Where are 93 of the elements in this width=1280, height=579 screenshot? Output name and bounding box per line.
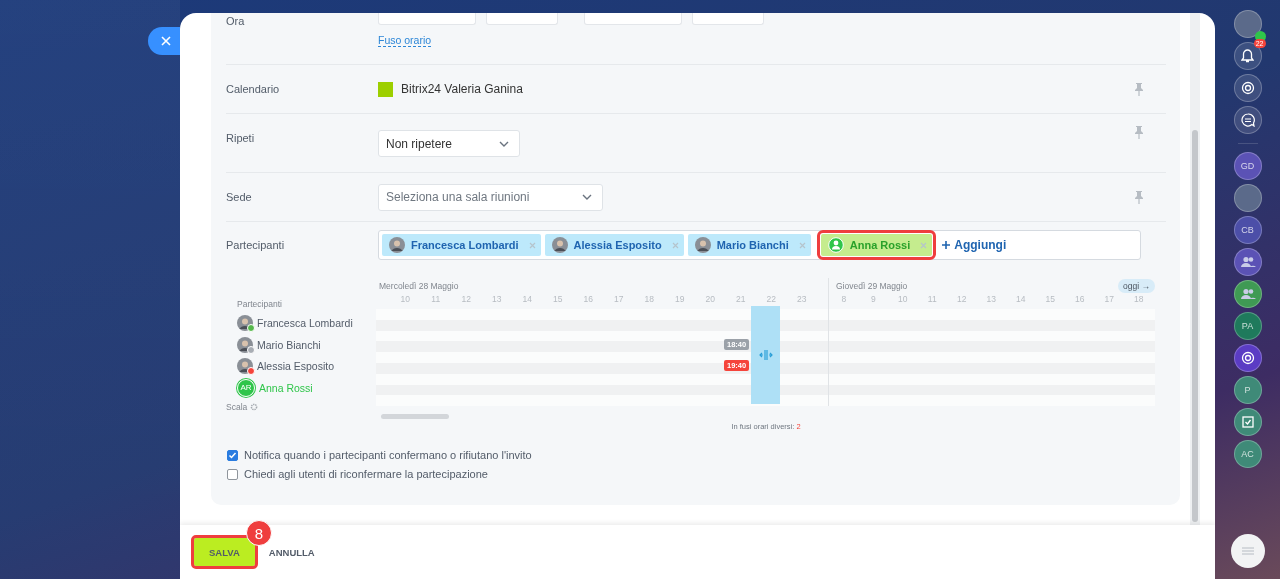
horizontal-scrollbar[interactable] — [381, 414, 449, 419]
date-field[interactable] — [584, 13, 682, 25]
timezone-link[interactable]: Fuso orario — [378, 34, 432, 47]
time-field[interactable] — [692, 13, 764, 25]
checkbox-icon — [1241, 416, 1254, 428]
hour-label: 9 — [869, 294, 877, 306]
calendar-name: Bitrix24 Valeria Ganina — [401, 82, 523, 96]
chat-button[interactable] — [1233, 106, 1262, 134]
hour-label: 16 — [1074, 294, 1086, 306]
target-button[interactable] — [1233, 74, 1262, 102]
hour-label: 22 — [765, 294, 777, 306]
menu-button[interactable] — [1230, 534, 1265, 568]
participant-chip[interactable]: Mario Bianchi — [687, 234, 811, 256]
hour-label: 12 — [956, 294, 968, 306]
remove-icon[interactable] — [671, 241, 679, 249]
hour-label: 15 — [1044, 294, 1056, 306]
hour-label: 11 — [926, 294, 938, 306]
hour-label: 21 — [735, 294, 747, 306]
remove-icon[interactable] — [920, 241, 928, 249]
close-icon — [161, 36, 171, 46]
participant-name: Francesca Lombardi — [257, 316, 353, 329]
plus-icon — [942, 241, 951, 249]
time-field[interactable] — [486, 13, 558, 25]
hour-label: 14 — [521, 294, 533, 306]
list-title: Partecipanti — [237, 299, 283, 311]
checkbox-label: Notifica quando i partecipanti confermano o rifiutano l'invito — [244, 449, 532, 461]
chat-avatar[interactable]: AC — [1233, 440, 1262, 468]
group-icon — [1239, 288, 1256, 300]
checkbox[interactable] — [227, 468, 238, 480]
day-title: Mercoledì 28 Maggio — [379, 281, 459, 291]
checkbox[interactable] — [227, 449, 238, 461]
add-participant-link[interactable]: Aggiungi — [954, 238, 1007, 252]
hour-label: 19 — [674, 294, 686, 306]
menu-icon — [1241, 547, 1254, 555]
pin-icon[interactable] — [1135, 126, 1143, 139]
scrollbar-thumb[interactable] — [1192, 130, 1198, 522]
step-badge: 8 — [245, 520, 272, 546]
user-icon — [827, 237, 844, 253]
checkbox-label: Chiedi agli utenti di riconfermare la partecipazione — [244, 468, 488, 480]
save-button[interactable]: SALVA — [194, 538, 255, 566]
date-field[interactable] — [378, 13, 476, 25]
today-button[interactable]: oggi → — [1118, 279, 1155, 293]
hour-label: 10 — [897, 294, 909, 306]
participant-chip[interactable]: Francesca Lombardi — [382, 234, 541, 256]
bell-icon — [1241, 49, 1254, 63]
user-avatar[interactable] — [1233, 184, 1262, 212]
group-chat-button[interactable] — [1233, 280, 1262, 308]
hour-label: 14 — [1015, 294, 1027, 306]
chat-avatar[interactable]: P — [1233, 376, 1262, 404]
target-button[interactable] — [1233, 344, 1262, 372]
hour-label: 12 — [460, 294, 472, 306]
time-selection[interactable] — [751, 306, 780, 404]
participant-name: Mario Bianchi — [257, 338, 321, 351]
participants-field[interactable]: Francesca Lombardi Alessia Esposito Mario Bianchi Anna Rossi Aggiungi — [378, 230, 1141, 260]
repeat-select[interactable]: Non ripetere — [378, 130, 520, 157]
user-photo-placeholder — [694, 237, 711, 253]
room-select[interactable]: Seleziona una sala riunioni — [378, 183, 603, 211]
field-label: Ora — [226, 14, 246, 27]
user-initials-avatar: AR — [237, 378, 255, 397]
group-chat-button[interactable] — [1233, 248, 1262, 276]
chevron-icon — [499, 140, 509, 147]
resize-icon[interactable] — [758, 350, 773, 360]
settings-icon[interactable] — [250, 402, 259, 411]
chat-icon — [1240, 113, 1255, 127]
hour-label: 11 — [430, 294, 442, 306]
hour-label: 20 — [704, 294, 716, 306]
scale-label: Scala — [226, 401, 248, 412]
tasks-button[interactable] — [1233, 408, 1262, 436]
hour-label: 18 — [1133, 294, 1145, 306]
chat-avatar[interactable]: PA — [1233, 312, 1262, 340]
chevron-icon — [582, 194, 592, 200]
chat-avatar[interactable]: CB — [1233, 216, 1262, 244]
group-icon — [1239, 256, 1256, 268]
user-photo-placeholder — [551, 237, 568, 253]
remove-icon[interactable] — [798, 241, 806, 249]
participant-name: Alessia Esposito — [257, 360, 335, 373]
cancel-button[interactable]: ANNULLA — [268, 546, 315, 558]
participant-name: Anna Rossi — [259, 381, 313, 394]
remove-icon[interactable] — [528, 241, 536, 249]
field-label: Calendario — [226, 83, 281, 95]
participant-chip[interactable]: Alessia Esposito — [544, 234, 684, 256]
hour-label: 17 — [613, 294, 625, 306]
pin-icon[interactable] — [1135, 190, 1143, 204]
pin-icon[interactable] — [1135, 82, 1143, 96]
hour-label: 15 — [552, 294, 564, 306]
field-label: Partecipanti — [226, 239, 286, 251]
user-photo-placeholder — [389, 237, 405, 253]
field-label: Ripeti — [226, 131, 256, 144]
close-button[interactable] — [148, 27, 180, 55]
chat-avatar[interactable]: GD — [1233, 152, 1262, 180]
day-title: Giovedì 29 Maggio — [836, 281, 908, 291]
field-label: Sede — [226, 191, 253, 203]
hour-label: 13 — [491, 294, 503, 306]
